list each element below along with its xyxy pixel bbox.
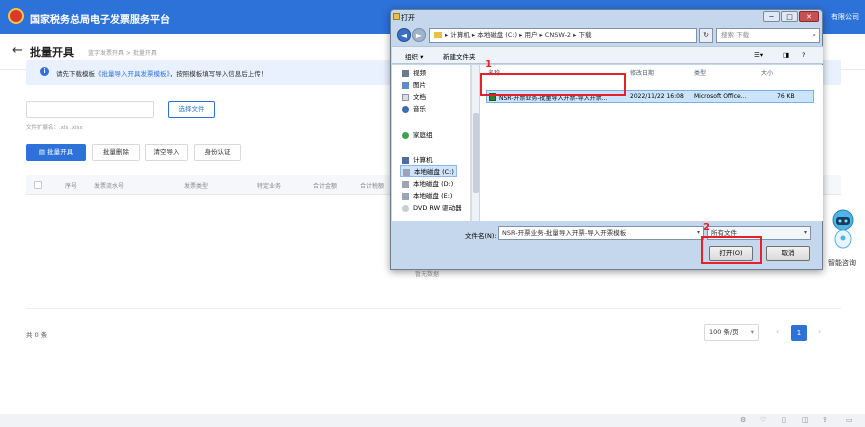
choose-file-button[interactable]: 选择文件 xyxy=(168,101,215,118)
nav-item-pictures[interactable]: 图片 xyxy=(402,79,426,89)
file-modified: 2022/11/22 16:08 xyxy=(630,93,684,100)
dialog-title: 打开 xyxy=(401,14,415,22)
file-path-input[interactable] xyxy=(26,101,154,118)
file-type: Microsoft Office... xyxy=(694,93,747,100)
column-header: 发票类型 xyxy=(184,183,209,190)
company-name: 有限公司 xyxy=(831,13,859,21)
open-file-dialog: 打开 ─ □ ✕ ◄ ► ▸ 计算机 ▸ 本地磁盘 (C:) ▸ 用户 ▸ CN… xyxy=(390,9,823,270)
column-header-size[interactable]: 大小 xyxy=(761,68,773,77)
nav-item-drive-e[interactable]: 本地磁盘 (E:) xyxy=(402,190,452,200)
scrollbar-thumb[interactable] xyxy=(473,113,479,193)
column-header: 合计金额 xyxy=(313,183,338,190)
dialog-nav-row: ◄ ► ▸ 计算机 ▸ 本地磁盘 (C:) ▸ 用户 ▸ CNSW-2 ▸ 下载… xyxy=(395,26,820,45)
navigation-pane: 视频 图片 文档 音乐 家庭组 计算机 本地磁盘 (C:) 本地磁盘 (D:) … xyxy=(392,65,471,221)
file-size: 76 KB xyxy=(777,93,795,100)
clipboard-icon[interactable]: ▯ xyxy=(782,416,786,424)
nav-item-homegroup[interactable]: 家庭组 xyxy=(402,129,433,139)
next-page-button[interactable]: › xyxy=(818,327,821,336)
nav-item-computer[interactable]: 计算机 xyxy=(402,154,433,164)
info-icon: i xyxy=(40,67,49,76)
folder-icon xyxy=(434,32,442,38)
file-extension-hint: 文件扩展名：.xls .xlsx xyxy=(26,125,83,131)
step-2-number: 2 xyxy=(703,222,710,233)
column-header: 合计税额 xyxy=(360,183,385,190)
column-header: 序号 xyxy=(65,183,78,190)
chevron-down-icon: ▾ xyxy=(750,328,754,336)
batch-issue-button[interactable]: ▤ 批量开具 xyxy=(26,144,86,161)
new-folder-button[interactable]: 新建文件夹 xyxy=(443,51,476,61)
help-icon[interactable]: ? xyxy=(802,51,805,59)
video-icon xyxy=(402,69,409,77)
select-all-checkbox[interactable] xyxy=(34,181,42,189)
assistant-robot-icon[interactable] xyxy=(830,208,856,250)
nav-item-drive-d[interactable]: 本地磁盘 (D:) xyxy=(402,178,453,188)
breadcrumb: 蓝字发票开具 > 批量开具 xyxy=(88,50,157,57)
column-header: 发票流水号 xyxy=(94,183,125,190)
app-title: 国家税务总局电子发票服务平台 xyxy=(30,15,170,26)
search-icon: ⌕ xyxy=(812,31,816,39)
back-button[interactable]: ◄ xyxy=(397,28,411,42)
minimize-button[interactable]: ─ xyxy=(763,11,780,22)
preview-pane-icon[interactable]: ◨ xyxy=(783,51,789,59)
cancel-button[interactable]: 取消 xyxy=(766,246,810,261)
expand-icon[interactable]: ▭ xyxy=(846,416,853,424)
close-button[interactable]: ✕ xyxy=(799,11,819,22)
clear-import-button[interactable]: 清空导入 xyxy=(145,144,188,161)
current-page-button[interactable]: 1 xyxy=(791,325,807,341)
dvd-icon xyxy=(402,204,409,212)
filename-label: 文件名(N): xyxy=(465,232,497,240)
column-header-type[interactable]: 类型 xyxy=(694,68,706,77)
divider xyxy=(26,308,841,309)
assistant-label[interactable]: 智能咨询 xyxy=(828,258,856,268)
notice-text: 请先下载模板《批量导入开具发票模板》，按照模板填写导入信息后上传！ xyxy=(56,70,268,78)
document-icon xyxy=(402,93,409,101)
template-download-link[interactable]: 《批量导入开具发票模板》 xyxy=(95,70,170,78)
view-options-icon[interactable]: ☰▾ xyxy=(754,51,763,59)
organize-menu[interactable]: 组织 ▾ xyxy=(405,51,423,61)
column-header: 特定业务 xyxy=(257,183,282,190)
nav-item-music[interactable]: 音乐 xyxy=(402,103,426,113)
chevron-down-icon: ▾ xyxy=(803,229,807,236)
identity-auth-button[interactable]: 身份认证 xyxy=(194,144,241,161)
share-icon[interactable]: ⇪ xyxy=(822,416,828,424)
computer-icon xyxy=(402,156,409,164)
batch-delete-button[interactable]: 批量删除 xyxy=(92,144,140,161)
page-title: 批量开具 xyxy=(30,46,74,59)
forward-button[interactable]: ► xyxy=(412,28,426,42)
step-1-number: 1 xyxy=(485,59,492,70)
dialog-search-input[interactable]: 搜索 下载 ⌕ xyxy=(716,28,820,43)
refresh-icon[interactable]: ↻ xyxy=(699,28,713,43)
image-icon xyxy=(402,81,409,89)
column-header-modified[interactable]: 修改日期 xyxy=(630,68,654,77)
step-2-highlight xyxy=(701,236,762,264)
step-1-highlight xyxy=(480,73,626,96)
page-size-select[interactable]: 100 条/页 ▾ xyxy=(704,324,759,341)
nav-item-drive-c[interactable]: 本地磁盘 (C:) xyxy=(400,165,457,177)
filename-input[interactable]: NSR-开票业务-批量导入开票-导入开票模板 ▾ xyxy=(498,226,704,240)
homegroup-icon xyxy=(402,131,409,139)
nav-scrollbar[interactable] xyxy=(471,65,479,221)
nav-item-documents[interactable]: 文档 xyxy=(402,91,426,101)
folder-icon xyxy=(393,13,400,20)
drive-icon xyxy=(402,180,409,188)
tax-emblem-logo xyxy=(8,8,24,24)
drive-icon xyxy=(403,168,410,176)
prev-page-button[interactable]: ‹ xyxy=(776,327,779,336)
music-icon xyxy=(402,105,409,113)
empty-state-text: 暂无数据 xyxy=(415,271,440,278)
window-icon[interactable]: ◫ xyxy=(802,416,809,424)
total-count: 共 0 条 xyxy=(26,331,48,339)
back-arrow-icon[interactable]: ← xyxy=(12,43,23,58)
tool-icon[interactable]: ⚙ xyxy=(740,416,746,424)
maximize-button[interactable]: □ xyxy=(781,11,798,22)
drive-icon xyxy=(402,192,409,200)
service-icon[interactable]: ♡ xyxy=(760,416,766,424)
nav-item-dvd[interactable]: DVD RW 驱动器 xyxy=(402,202,462,212)
bottom-toolbar: ⚙ ♡ ▯ ◫ ⇪ ▭ xyxy=(0,414,865,427)
nav-item-video[interactable]: 视频 xyxy=(402,67,426,77)
chevron-down-icon[interactable]: ▾ xyxy=(697,227,700,239)
dialog-toolbar: 组织 ▾ 新建文件夹 ☰▾ ◨ ? xyxy=(392,46,823,64)
address-bar[interactable]: ▸ 计算机 ▸ 本地磁盘 (C:) ▸ 用户 ▸ CNSW-2 ▸ 下载 xyxy=(429,28,697,43)
